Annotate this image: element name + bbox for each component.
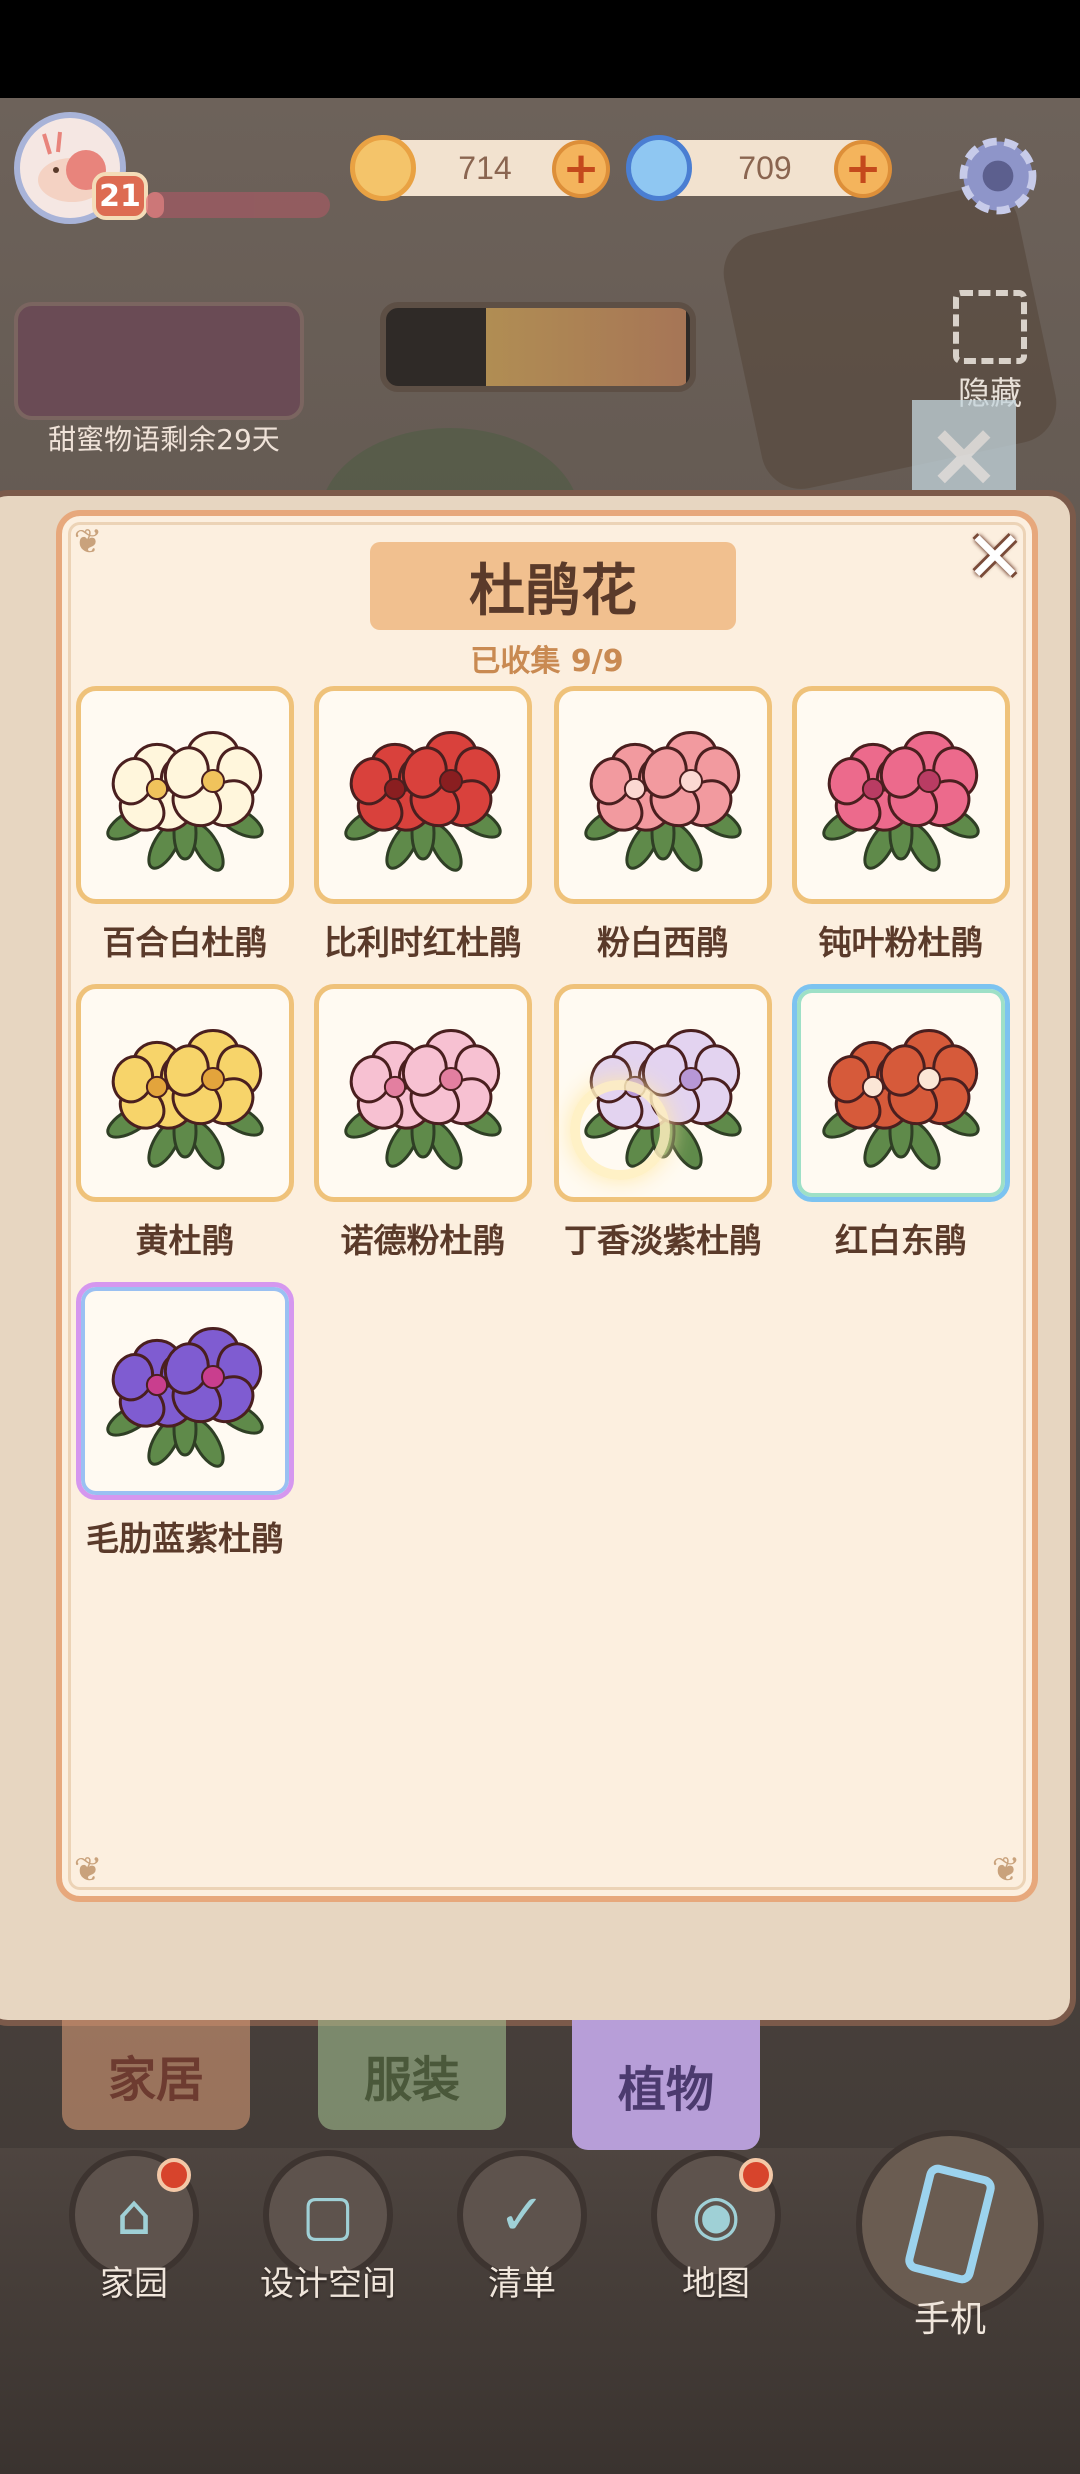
house-glyph: ⌂: [116, 2182, 152, 2248]
flower-card[interactable]: [314, 984, 532, 1202]
collection-dialog: ❦ ❦ ❦ 杜鹃花 已收集 9/9 ✕ 百合白杜鹃 比利时红杜鹃 粉白西鹃 钝叶…: [56, 510, 1038, 1902]
flower-name: 丁香淡紫杜鹃: [564, 1221, 762, 1260]
flower-item[interactable]: 粉白西鹃: [554, 686, 772, 964]
azalea-flower-icon: [344, 1029, 502, 1170]
status-bar: [0, 0, 1080, 98]
azalea-flower-icon: [822, 731, 980, 872]
event-banner[interactable]: [14, 302, 304, 420]
flower-card[interactable]: [314, 686, 532, 904]
tab-home-label: 家居: [107, 2052, 204, 2108]
add-coins-button[interactable]: +: [552, 140, 610, 198]
flower-card[interactable]: [792, 984, 1010, 1202]
nav-design-space[interactable]: ▢ 设计空间: [258, 2150, 398, 2305]
map-glyph: ◉: [691, 2182, 741, 2248]
azalea-flower-icon: [106, 731, 264, 872]
flower-name: 红白东鹃: [835, 1221, 967, 1260]
azalea-flower-icon: [584, 731, 742, 872]
flower-card[interactable]: [76, 984, 294, 1202]
flower-item[interactable]: 红白东鹃: [792, 984, 1010, 1262]
flower-name: 比利时红杜鹃: [324, 923, 522, 962]
level-badge: 21: [92, 172, 148, 220]
add-gems-button[interactable]: +: [834, 140, 892, 198]
azalea-flower-icon: [106, 1327, 264, 1468]
flower-card[interactable]: [76, 686, 294, 904]
flower-item[interactable]: 比利时红杜鹃: [314, 686, 532, 964]
weather-fill: [486, 308, 686, 386]
xp-bar: [146, 192, 330, 218]
design-glyph: ▢: [301, 2182, 355, 2248]
flower-item[interactable]: 诺德粉杜鹃: [314, 984, 532, 1262]
sparkle-effect: [570, 1080, 670, 1180]
nav-checklist[interactable]: ✓ 清单: [452, 2150, 592, 2305]
notification-dot: [157, 2158, 191, 2192]
hide-ui-button[interactable]: 隐藏: [940, 290, 1040, 412]
flower-card[interactable]: [554, 686, 772, 904]
nav-map[interactable]: ◉ 地图: [646, 2150, 786, 2305]
flower-name: 黄杜鹃: [135, 1221, 235, 1260]
azalea-flower-icon: [822, 1029, 980, 1170]
nav-map-label: 地图: [682, 2264, 750, 2304]
flower-name: 百合白杜鹃: [102, 923, 268, 962]
weather-progress-pill: [380, 302, 696, 392]
tab-clothing-label: 服装: [363, 2052, 460, 2108]
nav-home[interactable]: ⌂ 家园: [64, 2150, 204, 2305]
settings-gear-icon[interactable]: [950, 128, 1046, 224]
nav-checklist-label: 清单: [488, 2264, 556, 2304]
swirl-gem-icon: [626, 135, 692, 201]
flower-grid: 百合白杜鹃 比利时红杜鹃 粉白西鹃 钝叶粉杜鹃 黄杜鹃 诺德粉杜鹃 丁香淡紫杜鹃…: [62, 516, 1032, 1896]
azalea-flower-icon: [106, 1029, 264, 1170]
tab-clothing[interactable]: 服装: [318, 2020, 506, 2130]
flower-name: 诺德粉杜鹃: [340, 1221, 506, 1260]
azalea-flower-icon: [344, 731, 502, 872]
flower-item[interactable]: 百合白杜鹃: [76, 686, 294, 964]
flower-card[interactable]: [792, 686, 1010, 904]
flower-item[interactable]: 黄杜鹃: [76, 984, 294, 1262]
check-glyph: ✓: [498, 2182, 546, 2248]
flower-name: 毛肋蓝紫杜鹃: [86, 1519, 284, 1558]
notification-dot: [739, 2158, 773, 2192]
flower-name: 钝叶粉杜鹃: [818, 923, 984, 962]
flower-item[interactable]: 钝叶粉杜鹃: [792, 686, 1010, 964]
flower-name: 粉白西鹃: [597, 923, 729, 962]
coin-icon: [350, 135, 416, 201]
fullscreen-icon: [953, 290, 1027, 364]
coin-amount: 714: [458, 149, 512, 186]
gem-amount: 709: [738, 149, 792, 186]
flower-item[interactable]: 毛肋蓝紫杜鹃: [76, 1282, 294, 1560]
phone-icon: [902, 2162, 998, 2286]
tab-plants-label: 植物: [617, 2062, 714, 2118]
xp-bar-fill: [146, 192, 165, 218]
flower-card[interactable]: [76, 1282, 294, 1500]
tab-plants[interactable]: 植物: [572, 2020, 760, 2150]
phone-label: 手机: [913, 2299, 986, 2340]
nav-home-label: 家园: [100, 2264, 168, 2304]
tab-home[interactable]: 家居: [62, 2020, 250, 2130]
event-countdown-text: 甜蜜物语剩余29天: [48, 423, 280, 456]
nav-design-space-label: 设计空间: [260, 2264, 396, 2304]
